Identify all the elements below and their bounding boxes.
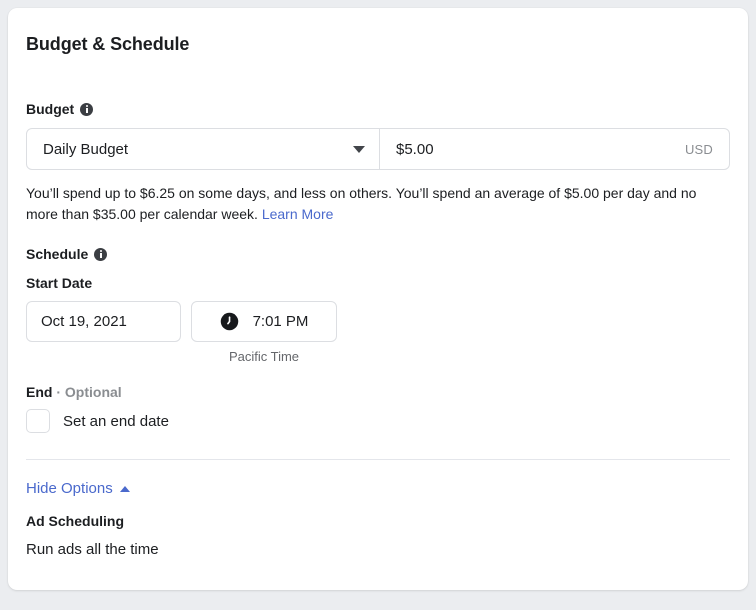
end-label: End bbox=[26, 384, 53, 400]
start-date-value: Oct 19, 2021 bbox=[41, 313, 127, 330]
info-icon[interactable] bbox=[94, 247, 108, 261]
start-time-value: 7:01 PM bbox=[252, 313, 309, 330]
currency-suffix: USD bbox=[684, 141, 713, 157]
ad-scheduling-value: Run ads all the time bbox=[26, 541, 159, 558]
page-title: Budget & Schedule bbox=[26, 34, 190, 54]
ad-scheduling-title: Ad Scheduling bbox=[26, 513, 124, 529]
learn-more-link[interactable]: Learn More bbox=[262, 206, 334, 222]
timezone-caption: Pacific Time bbox=[228, 349, 300, 364]
start-date-label: Start Date bbox=[26, 275, 93, 291]
set-end-date-row[interactable]: Set an end date bbox=[26, 409, 730, 433]
schedule-label: Schedule bbox=[26, 246, 89, 262]
hide-options-label: Hide Options bbox=[26, 480, 113, 497]
budget-label: Budget bbox=[26, 101, 75, 117]
start-time-group: 7:01 PM Pacific Time bbox=[191, 301, 337, 364]
budget-amount-field[interactable]: $5.00 USD bbox=[380, 128, 730, 170]
set-end-date-label: Set an end date bbox=[63, 412, 169, 430]
info-icon[interactable] bbox=[80, 102, 94, 116]
hide-options-toggle[interactable]: Hide Options bbox=[26, 480, 130, 497]
budget-type-select[interactable]: Daily Budget bbox=[26, 128, 380, 170]
start-date-input[interactable]: Oct 19, 2021 bbox=[26, 301, 181, 342]
start-time-input[interactable]: 7:01 PM bbox=[191, 301, 337, 342]
schedule-label-row: Schedule bbox=[26, 246, 730, 262]
chevron-up-icon bbox=[119, 485, 130, 492]
budget-type-value: Daily Budget bbox=[43, 140, 129, 158]
chevron-down-icon bbox=[353, 145, 365, 153]
section-divider bbox=[26, 459, 730, 460]
budget-schedule-card: Budget & Schedule Budget Daily Budget $5… bbox=[8, 8, 748, 590]
card-content: Budget & Schedule Budget Daily Budget $5… bbox=[8, 8, 748, 558]
set-end-date-checkbox[interactable] bbox=[26, 409, 50, 433]
clock-icon bbox=[220, 312, 238, 331]
budget-helper-text: You’ll spend up to $6.25 on some days, a… bbox=[26, 183, 730, 225]
budget-label-row: Budget bbox=[26, 101, 730, 117]
budget-amount-value: $5.00 bbox=[396, 140, 434, 158]
end-optional-label: · Optional bbox=[52, 384, 122, 400]
end-label-row: End · Optional bbox=[26, 384, 730, 400]
budget-input-row: Daily Budget $5.00 USD bbox=[26, 128, 730, 170]
start-datetime-row: Oct 19, 2021 7:01 PM Pacific Time bbox=[26, 301, 730, 364]
budget-helper-sentence: You’ll spend up to $6.25 on some days, a… bbox=[26, 185, 697, 222]
